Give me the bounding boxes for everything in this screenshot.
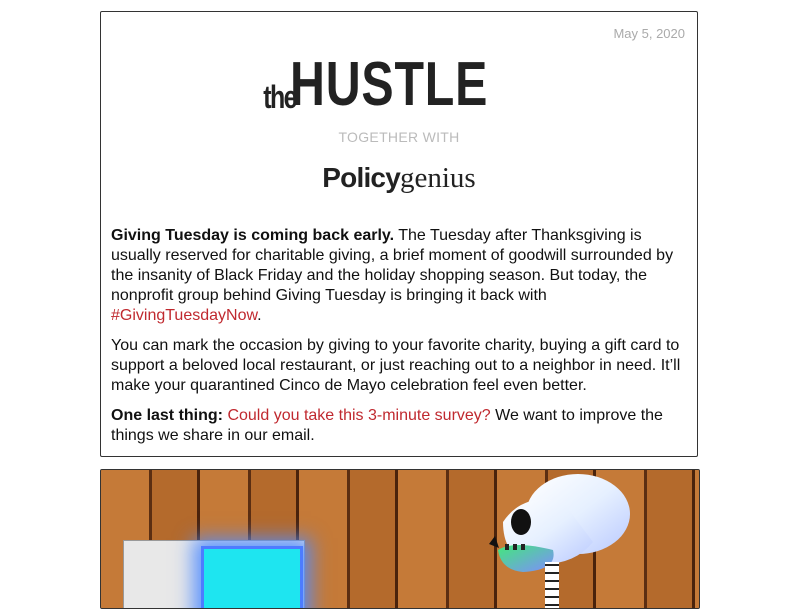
giving-tuesday-now-link[interactable]: #GivingTuesdayNow	[111, 307, 257, 324]
spine-bones	[545, 562, 559, 608]
survey-link[interactable]: Could you take this 3-minute survey?	[227, 407, 490, 424]
skeleton-computer-image[interactable]	[100, 469, 700, 609]
logo-hustle-word: HUSTLE	[290, 50, 489, 119]
email-date: May 5, 2020	[613, 26, 685, 41]
paragraph-last-thing: One last thing: Could you take this 3-mi…	[111, 406, 687, 446]
p1-end: .	[257, 307, 262, 324]
policygenius-logo[interactable]: Policygenius	[101, 162, 697, 195]
the-hustle-logo[interactable]: theHUSTLE	[101, 50, 697, 119]
together-with-label: TOGETHER WITH	[338, 129, 460, 145]
sponsor-bold: Policy	[322, 162, 400, 193]
email-body: Giving Tuesday is coming back early. The…	[111, 226, 687, 456]
paragraph-mark-occasion: You can mark the occasion by giving to y…	[111, 337, 681, 394]
p1-lead: Giving Tuesday is coming back early.	[111, 227, 395, 244]
email-card: May 5, 2020 theHUSTLE TOGETHER WITH Poli…	[100, 11, 698, 457]
p3-lead: One last thing:	[111, 407, 223, 424]
sponsor-light: genius	[399, 162, 476, 194]
paragraph-giving-tuesday: Giving Tuesday is coming back early. The…	[111, 226, 687, 326]
